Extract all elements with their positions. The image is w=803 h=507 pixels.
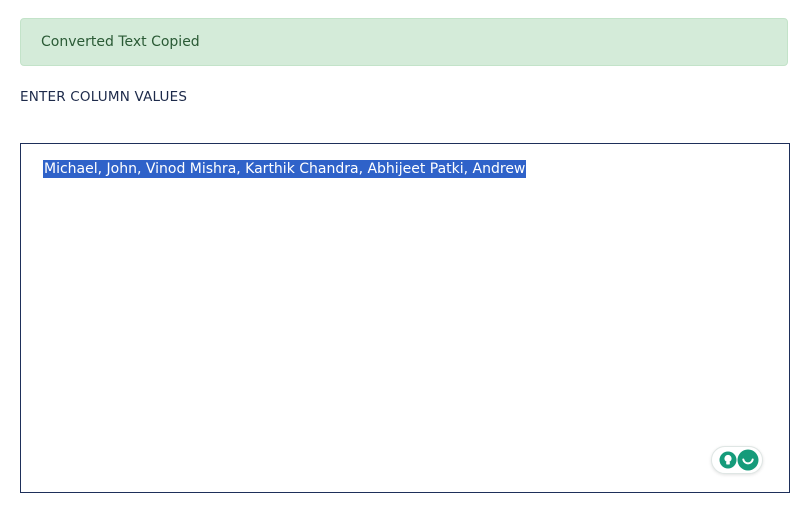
column-values-label: ENTER COLUMN VALUES: [20, 89, 188, 105]
writing-assistant-widget[interactable]: [711, 446, 763, 474]
page: Converted Text Copied ENTER COLUMN VALUE…: [0, 0, 803, 507]
grammarly-icon[interactable]: [737, 449, 759, 471]
column-values-textarea[interactable]: Michael, John, Vinod Mishra, Karthik Cha…: [20, 143, 790, 493]
lightbulb-icon[interactable]: [719, 451, 737, 469]
alert-message: Converted Text Copied: [41, 34, 200, 50]
success-alert: Converted Text Copied: [20, 18, 788, 66]
selected-text[interactable]: Michael, John, Vinod Mishra, Karthik Cha…: [43, 160, 527, 178]
